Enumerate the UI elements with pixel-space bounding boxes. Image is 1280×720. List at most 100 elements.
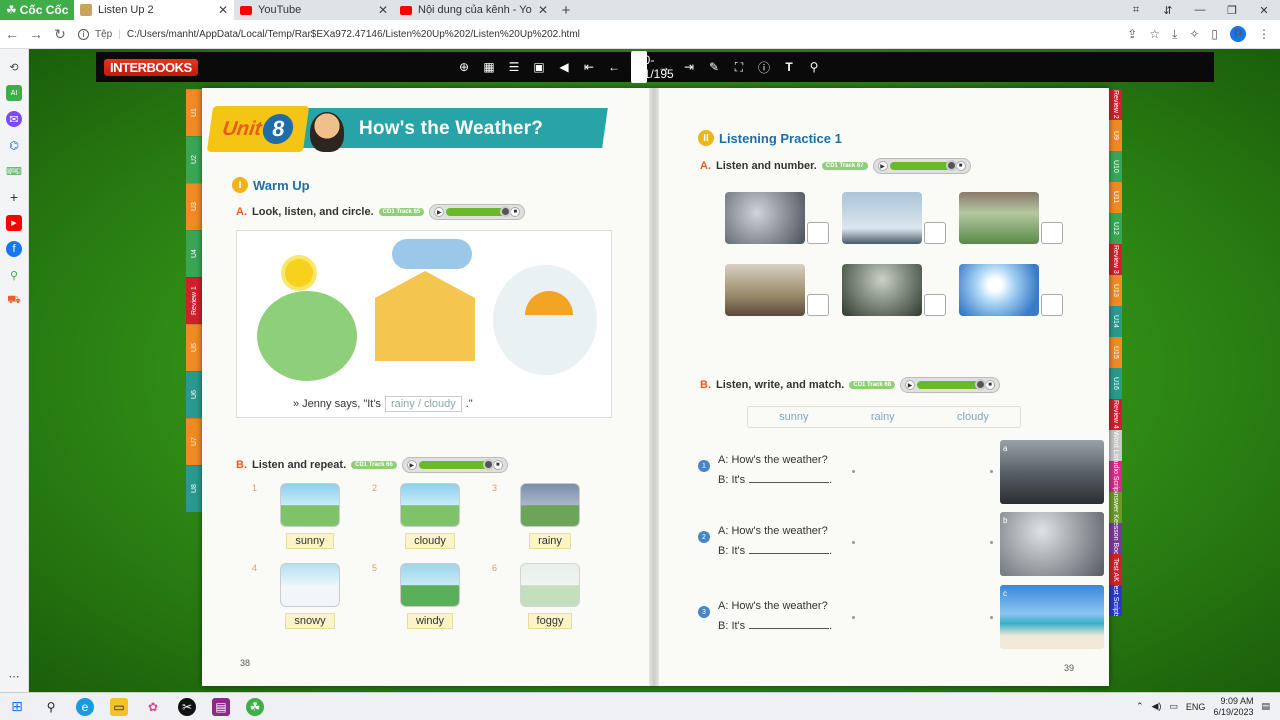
play-icon[interactable]: ▶ xyxy=(877,161,888,171)
play-icon[interactable]: ▶ xyxy=(406,460,417,470)
match-dot[interactable] xyxy=(852,541,855,544)
fullscreen-icon[interactable]: ⛶ xyxy=(731,60,747,75)
more-icon[interactable]: ⋯ xyxy=(6,668,22,684)
unit-tab-u14[interactable]: U14 xyxy=(1109,306,1122,337)
unit-tab-u6[interactable]: U6 xyxy=(186,371,203,418)
play-icon[interactable]: ▶ xyxy=(434,207,445,217)
restore-button[interactable]: ❐ xyxy=(1216,4,1248,17)
info-icon[interactable]: ⓘ xyxy=(756,59,772,76)
last-page-icon[interactable]: ⇥ xyxy=(681,60,697,74)
audio-progress[interactable] xyxy=(446,206,512,217)
audio-player[interactable]: ▶ ■ xyxy=(872,158,971,174)
unit-tab-review-4[interactable]: Review 4 xyxy=(1109,399,1122,430)
edge-icon[interactable]: e xyxy=(76,697,94,716)
unit-tab-review-1[interactable]: Review 1 xyxy=(186,277,203,324)
unit-tab-audio-scripts[interactable]: Audio Scripts xyxy=(1109,461,1122,492)
audio-progress[interactable] xyxy=(889,160,957,171)
paint-icon[interactable]: ✿ xyxy=(144,698,162,716)
unit-tab-u9[interactable]: U9 xyxy=(1109,120,1122,151)
audio-player[interactable]: ▶ ■ xyxy=(429,204,526,220)
coccoc-map-icon[interactable]: ⚲ xyxy=(6,267,22,283)
download-icon[interactable]: ⤓ xyxy=(1172,27,1177,42)
screenshot-icon[interactable]: ⌗ xyxy=(1120,4,1152,17)
text-tool-icon[interactable]: T xyxy=(781,60,797,74)
youtube-icon[interactable]: ▶ xyxy=(6,215,22,231)
file-explorer-icon[interactable]: ▭ xyxy=(110,697,128,716)
match-dot[interactable] xyxy=(852,616,855,619)
table-of-contents-icon[interactable]: ☰ xyxy=(506,60,522,74)
share-icon[interactable]: ⇪ xyxy=(1127,27,1137,41)
windows-start-icon[interactable]: ⊞ xyxy=(8,698,26,716)
url-text[interactable]: C:/Users/manht/AppData/Local/Temp/Rar$EX… xyxy=(127,29,580,40)
edit-icon[interactable]: ✎ xyxy=(706,60,722,74)
back-button[interactable]: ← xyxy=(0,26,24,42)
answer-box[interactable]: rainy / cloudy xyxy=(384,396,462,412)
audio-player[interactable]: ▶ ■ xyxy=(401,457,508,473)
winrar-icon[interactable]: ▤ xyxy=(212,697,230,716)
audio-progress[interactable] xyxy=(917,379,987,390)
forward-button[interactable]: → xyxy=(24,26,48,42)
match-dot[interactable] xyxy=(852,470,855,473)
unit-tab-u8[interactable]: U8 xyxy=(186,465,203,512)
chevron-up-icon[interactable]: ⌃ xyxy=(1136,701,1144,712)
tab-search-icon[interactable]: ⇵ xyxy=(1152,4,1184,17)
number-box[interactable] xyxy=(1041,222,1064,244)
play-icon[interactable]: ▶ xyxy=(905,380,916,390)
unit-tab-u12[interactable]: U12 xyxy=(1109,213,1122,244)
reload-button[interactable]: ↻ xyxy=(48,26,72,43)
coccoc-logo[interactable]: ☘ Cốc Cốc xyxy=(0,0,74,20)
tab-youtube[interactable]: YouTube ✕ xyxy=(234,0,394,20)
volume-icon[interactable]: ◀) xyxy=(1151,701,1161,712)
unit-tab-test-ak[interactable]: Test AK xyxy=(1109,554,1122,585)
facebook-icon[interactable]: f xyxy=(6,241,22,257)
messenger-icon[interactable]: ✉ xyxy=(6,111,22,127)
unit-tab-u10[interactable]: U10 xyxy=(1109,151,1122,182)
page-indicator[interactable]: 40-41/195 xyxy=(631,51,674,83)
game-controller-icon[interactable]: ⌨ xyxy=(6,163,22,179)
stop-icon[interactable]: ■ xyxy=(510,207,521,217)
search-icon[interactable]: ⚲ xyxy=(806,60,822,74)
next-page-icon[interactable]: → xyxy=(656,60,672,74)
close-tab-icon[interactable]: ✕ xyxy=(218,3,228,17)
unit-tab-u2[interactable]: U2 xyxy=(186,136,203,183)
stop-icon[interactable]: ■ xyxy=(985,380,996,390)
match-dot[interactable] xyxy=(990,470,993,473)
tab-listen-up[interactable]: Listen Up 2 ✕ xyxy=(74,0,234,20)
number-box[interactable] xyxy=(923,222,946,244)
unit-tab-u3[interactable]: U3 xyxy=(186,183,203,230)
first-page-icon[interactable]: ⇤ xyxy=(581,60,597,74)
omnibox[interactable]: i Tệp | C:/Users/manht/AppData/Local/Tem… xyxy=(78,28,1058,40)
new-tab-button[interactable]: + xyxy=(554,0,578,20)
stop-icon[interactable]: ■ xyxy=(492,460,503,470)
unit-tab-lesson-book[interactable]: Lesson Book xyxy=(1109,523,1122,554)
language-indicator[interactable]: ENG xyxy=(1186,702,1206,712)
unit-tab-review-3[interactable]: Review 3 xyxy=(1109,244,1122,275)
battery-icon[interactable]: ▭ xyxy=(1169,701,1178,712)
unit-tab-u11[interactable]: U11 xyxy=(1109,182,1122,213)
previous-page-icon[interactable]: ← xyxy=(606,60,622,74)
unit-tab-u1[interactable]: U1 xyxy=(186,89,203,136)
shopping-icon[interactable]: ⛟ xyxy=(6,293,22,309)
zoom-in-icon[interactable]: ⊕ xyxy=(456,60,472,74)
notification-icon[interactable]: ▤ xyxy=(1261,701,1270,712)
minimize-button[interactable]: — xyxy=(1184,4,1216,16)
unit-tab-u15[interactable]: U15 xyxy=(1109,337,1122,368)
stop-icon[interactable]: ■ xyxy=(955,161,966,171)
extensions-icon[interactable]: ✧ xyxy=(1189,27,1199,41)
unit-tab-u13[interactable]: U13 xyxy=(1109,275,1122,306)
history-icon[interactable]: ⟲ xyxy=(6,59,22,75)
unit-tab-answer-key[interactable]: Answer Key xyxy=(1109,492,1122,523)
search-icon[interactable]: ⚲ xyxy=(42,698,60,716)
match-dot[interactable] xyxy=(990,541,993,544)
answer-line[interactable] xyxy=(749,553,830,554)
sidebar-toggle-icon[interactable]: ▯ xyxy=(1211,27,1218,41)
zalo-icon[interactable]: ⌬ xyxy=(6,137,22,153)
close-window-button[interactable]: ✕ xyxy=(1248,4,1280,17)
audio-player[interactable]: ▶ ■ xyxy=(900,377,1001,393)
unit-tab-u7[interactable]: U7 xyxy=(186,418,203,465)
thumbnails-icon[interactable]: ▦ xyxy=(481,60,497,74)
number-box[interactable] xyxy=(806,222,829,244)
close-tab-icon[interactable]: ✕ xyxy=(538,3,548,17)
single-page-icon[interactable]: ▣ xyxy=(531,60,547,74)
unit-tab-word-list[interactable]: Word List xyxy=(1109,430,1122,461)
